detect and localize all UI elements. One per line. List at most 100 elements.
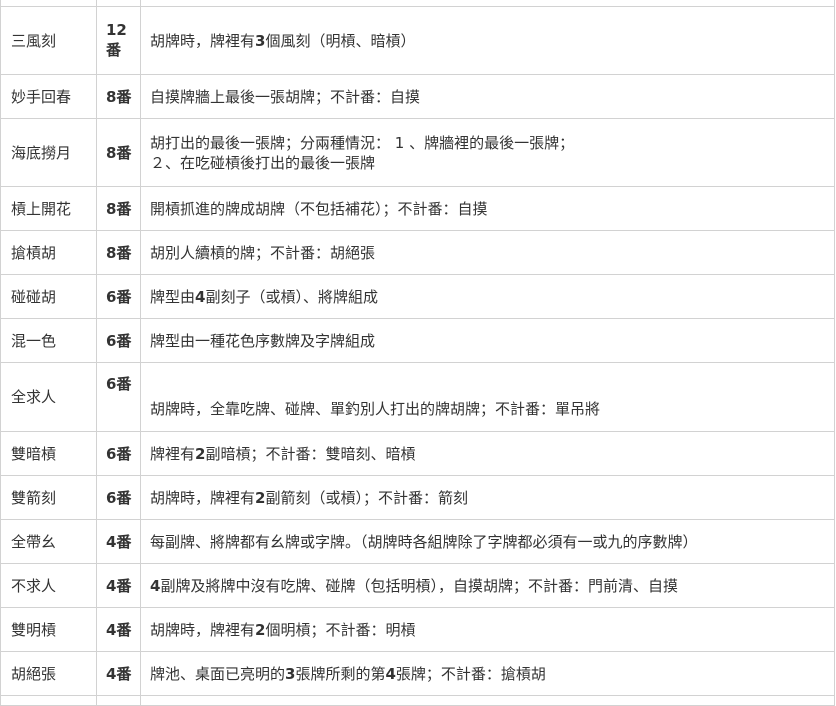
table-row: 雙暗槓 6番 牌裡有2副暗槓；不計番：雙暗刻、暗槓 [0,431,835,476]
fan-value-cell: 12番 [96,6,141,75]
table-row: 妙手回春 8番 自摸牌牆上最後一張胡牌；不計番：自摸 [0,74,835,119]
bold-number: 2 [195,444,206,463]
fan-value-cell: 6番 [96,362,141,432]
table-row: 搶槓胡 8番 胡別人續槓的牌；不計番：胡絕張 [0,230,835,275]
description-text: 開槓抓進的牌成胡牌（不包括補花）；不計番：自摸 [150,199,834,219]
description-cell: 胡牌時，牌裡有2個明槓；不計番：明槓 [140,607,835,652]
description-cell: 牌型由一種花色序數牌及字牌組成 [140,318,835,363]
description-segment: 張牌所剩的第 [295,664,386,683]
fan-value-cell: 8番 [96,74,141,119]
description-text-line2: ２、在吃碰槓後打出的最後一張牌 [150,153,376,172]
description-segment: 胡牌時，牌裡有 [150,488,256,507]
fan-value-cell: 4番 [96,563,141,608]
table-row: 槓上開花 8番 開槓抓進的牌成胡牌（不包括補花）；不計番：自摸 [0,186,835,231]
bold-number: 3 [285,664,296,683]
table-row: 海底撈月 8番 胡打出的最後一張牌；分兩種情況： 1 、牌牆裡的最後一張牌； ２、在吃… [0,118,835,187]
description-cell: 牌裡有2副暗槓；不計番：雙暗刻、暗槓 [140,431,835,476]
hand-name-cell: 妙手回春 [0,74,97,119]
table-row: 碰碰胡 6番 牌型由4副刻子（或槓）、將牌組成 [0,274,835,319]
description-segment: 牌型由一種花色序數牌及字牌組成 [150,331,376,350]
table-row-bottom-partial [0,695,835,706]
description-text: 胡牌時，牌裡有3個風刻（明槓、暗槓） [150,31,834,51]
description-text: 胡牌時，全靠吃牌、碰牌、單釣別人打出的牌胡牌；不計番：單吊將 [150,399,834,419]
bold-number: 2 [255,488,266,507]
table-row: 不求人 4番 4副牌及將牌中沒有吃牌、碰牌（包括明槓），自摸胡牌；不計番：門前清、自… [0,563,835,608]
table-row: 混一色 6番 牌型由一種花色序數牌及字牌組成 [0,318,835,363]
hand-name-cell: 三風刻 [0,6,97,75]
description-cell: 胡打出的最後一張牌；分兩種情況： 1 、牌牆裡的最後一張牌； ２、在吃碰槓後打出的… [140,118,835,187]
description-segment: 個風刻（明槓、暗槓） [265,31,416,50]
description-cell: 牌池、桌面已亮明的3張牌所剩的第4張牌；不計番：搶槓胡 [140,651,835,696]
description-segment: 胡別人續槓的牌；不計番：胡絕張 [150,243,376,262]
fan-value-cell: 6番 [96,475,141,520]
description-segment: 自摸牌牆上最後一張胡牌；不計番：自摸 [150,87,421,106]
description-cell: 牌型由4副刻子（或槓）、將牌組成 [140,274,835,319]
table-row: 雙箭刻 6番 胡牌時，牌裡有2副箭刻（或槓）；不計番：箭刻 [0,475,835,520]
fan-value-cell: 4番 [96,651,141,696]
hand-name-cell: 胡絕張 [0,651,97,696]
table-row: 雙明槓 4番 胡牌時，牌裡有2個明槓；不計番：明槓 [0,607,835,652]
table-cell [140,695,835,706]
hand-name-cell: 雙暗槓 [0,431,97,476]
fan-value-cell: 6番 [96,274,141,319]
table-row: 全帶幺 4番 每副牌、將牌都有幺牌或字牌。（胡牌時各組牌除了字牌都必須有一或九的序數… [0,519,835,564]
fan-value-cell: 6番 [96,431,141,476]
description-segment: 牌型由 [150,287,196,306]
table-row: 全求人 6番 胡牌時，全靠吃牌、碰牌、單釣別人打出的牌胡牌；不計番：單吊將 [0,362,835,432]
description-cell: 胡別人續槓的牌；不計番：胡絕張 [140,230,835,275]
description-text: 胡打出的最後一張牌；分兩種情況： 1 、牌牆裡的最後一張牌； [150,133,834,153]
fan-table: 三風刻 12番 胡牌時，牌裡有3個風刻（明槓、暗槓） 妙手回春 8番 自摸牌牆上最後一張胡… [0,0,835,706]
bold-number: 4 [195,287,206,306]
hand-name-cell: 海底撈月 [0,118,97,187]
description-segment: 胡牌時，牌裡有 [150,31,256,50]
table-cell [0,695,97,706]
fan-value-cell: 8番 [96,186,141,231]
table-row: 胡絕張 4番 牌池、桌面已亮明的3張牌所剩的第4張牌；不計番：搶槓胡 [0,651,835,696]
description-segment: 胡牌時，牌裡有 [150,620,256,639]
description-segment: 每副牌、將牌都有幺牌或字牌。（胡牌時各組牌除了字牌都必須有一或九的序數牌） [150,532,698,551]
fan-value-cell: 4番 [96,519,141,564]
bold-number: 4 [385,664,396,683]
description-cell: 每副牌、將牌都有幺牌或字牌。（胡牌時各組牌除了字牌都必須有一或九的序數牌） [140,519,835,564]
hand-name-cell: 混一色 [0,318,97,363]
description-text: 4副牌及將牌中沒有吃牌、碰牌（包括明槓），自摸胡牌；不計番：門前清、自摸 [150,576,834,596]
bold-number: 3 [255,31,266,50]
fan-value-cell: 4番 [96,607,141,652]
description-text: 牌型由4副刻子（或槓）、將牌組成 [150,287,834,307]
description-segment: 個明槓；不計番：明槓 [265,620,416,639]
fan-value-cell: 8番 [96,118,141,187]
description-segment: 副刻子（或槓）、將牌組成 [205,287,378,306]
description-cell: 胡牌時，牌裡有2副箭刻（或槓）；不計番：箭刻 [140,475,835,520]
description-text: 牌池、桌面已亮明的3張牌所剩的第4張牌；不計番：搶槓胡 [150,664,834,684]
description-cell: 胡牌時，全靠吃牌、碰牌、單釣別人打出的牌胡牌；不計番：單吊將 [140,362,835,432]
fan-table-body: 三風刻 12番 胡牌時，牌裡有3個風刻（明槓、暗槓） 妙手回春 8番 自摸牌牆上最後一張胡… [0,0,835,706]
description-segment: 牌裡有 [150,444,196,463]
description-text: 胡別人續槓的牌；不計番：胡絕張 [150,243,834,263]
hand-name-cell: 槓上開花 [0,186,97,231]
hand-name-cell: 全求人 [0,362,97,432]
hand-name-cell: 碰碰胡 [0,274,97,319]
hand-name-cell: 搶槓胡 [0,230,97,275]
hand-name-cell: 雙箭刻 [0,475,97,520]
description-text: 每副牌、將牌都有幺牌或字牌。（胡牌時各組牌除了字牌都必須有一或九的序數牌） [150,532,834,552]
description-segment: 胡打出的最後一張牌；分兩種情況： 1 、牌牆裡的最後一張牌； [150,133,575,152]
description-text: 胡牌時，牌裡有2副箭刻（或槓）；不計番：箭刻 [150,488,834,508]
description-cell: 自摸牌牆上最後一張胡牌；不計番：自摸 [140,74,835,119]
description-text: 牌型由一種花色序數牌及字牌組成 [150,331,834,351]
table-cell [96,695,141,706]
bold-number: 2 [255,620,266,639]
description-segment: 副牌及將牌中沒有吃牌、碰牌（包括明槓），自摸胡牌；不計番：門前清、自摸 [160,576,678,595]
hand-name-cell: 雙明槓 [0,607,97,652]
description-cell: 胡牌時，牌裡有3個風刻（明槓、暗槓） [140,6,835,75]
description-segment: 開槓抓進的牌成胡牌（不包括補花）；不計番：自摸 [150,199,488,218]
description-segment: 張牌；不計番：搶槓胡 [395,664,546,683]
description-text: 牌裡有2副暗槓；不計番：雙暗刻、暗槓 [150,444,834,464]
hand-name-cell: 不求人 [0,563,97,608]
description-text: 自摸牌牆上最後一張胡牌；不計番：自摸 [150,87,834,107]
hand-name-cell: 全帶幺 [0,519,97,564]
table-row: 三風刻 12番 胡牌時，牌裡有3個風刻（明槓、暗槓） [0,6,835,75]
description-segment: 副暗槓；不計番：雙暗刻、暗槓 [205,444,416,463]
bold-number: 4 [150,576,161,595]
description-segment: 副箭刻（或槓）；不計番：箭刻 [265,488,468,507]
description-cell: 4副牌及將牌中沒有吃牌、碰牌（包括明槓），自摸胡牌；不計番：門前清、自摸 [140,563,835,608]
